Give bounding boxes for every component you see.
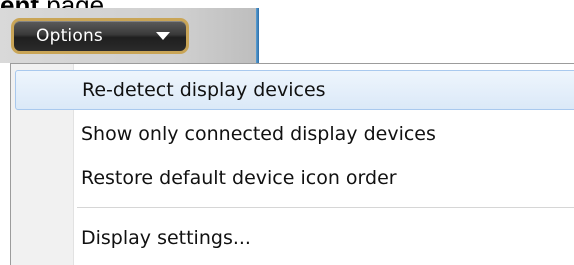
menu-item-label: Re-detect display devices	[82, 79, 326, 101]
window-edge	[256, 8, 259, 63]
menu-item-redetect-devices[interactable]: Re-detect display devices	[15, 70, 574, 110]
options-button[interactable]: Options	[11, 18, 189, 54]
menu-item-label: Show only connected display devices	[81, 123, 436, 145]
menu-item-label: Display settings...	[81, 227, 251, 249]
menu-item-restore-icon-order[interactable]: Restore default device icon order	[15, 158, 574, 198]
chevron-down-icon	[156, 32, 170, 40]
menu-separator	[77, 207, 574, 208]
menu-item-label: Restore default device icon order	[81, 167, 397, 189]
options-button-label: Options	[36, 26, 103, 46]
menu-item-display-settings[interactable]: Display settings...	[15, 218, 574, 258]
menu-item-show-connected-devices[interactable]: Show only connected display devices	[15, 114, 574, 154]
options-menu: Re-detect display devices Show only conn…	[10, 63, 574, 265]
